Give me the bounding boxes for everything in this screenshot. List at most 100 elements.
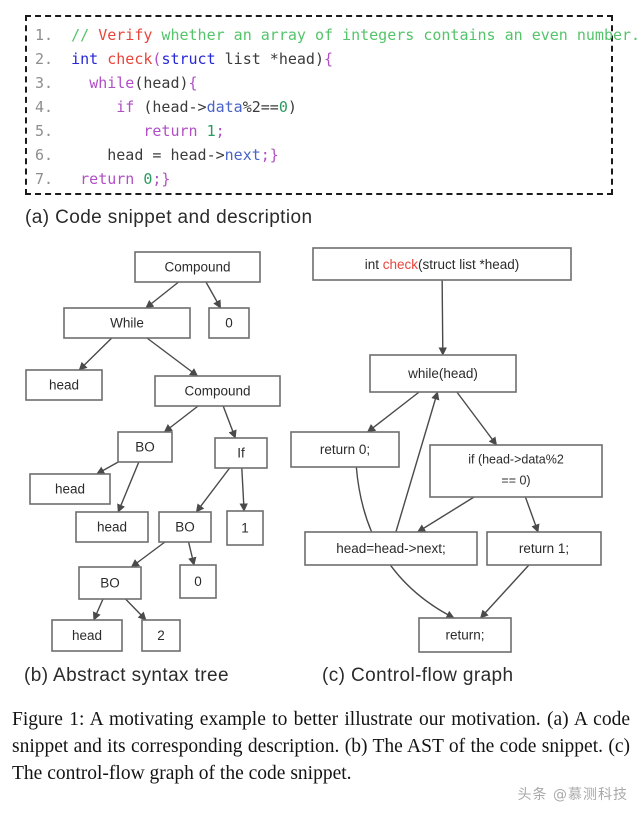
ast-edge <box>163 405 199 433</box>
code-token: %2== <box>242 98 279 116</box>
ast-edge <box>146 337 199 377</box>
figure-caption: Figure 1: A motivating example to better… <box>12 709 630 784</box>
cfg-edge <box>456 391 498 446</box>
ast-node-label: head <box>97 520 127 535</box>
code-line: 2. int check(struct list *head){ <box>35 47 605 71</box>
cfg-edge <box>479 564 530 619</box>
cfg-node-label: while(head) <box>407 366 478 381</box>
cfg-node-label: return 0; <box>320 442 370 457</box>
code-line-number: 3. <box>35 74 54 92</box>
code-token: ; <box>215 122 225 140</box>
code-token: (head) <box>134 74 189 92</box>
subcaption-a: (a) Code snippet and description <box>25 207 313 228</box>
cfg-nodes: int check(struct list *head) while(head) r… <box>290 247 603 653</box>
subcaption-b: (b) Abstract syntax tree <box>24 665 229 686</box>
ast-node-label: If <box>237 446 245 461</box>
code-token: (head-> <box>134 98 207 116</box>
ast-node-label: Compound <box>184 384 250 399</box>
code-token: data <box>206 98 243 116</box>
code-token: // <box>71 26 99 44</box>
cfg-edge <box>416 496 475 533</box>
watermark: 头条 @慕测科技 <box>517 787 628 803</box>
code-token: head = head-> <box>107 146 225 164</box>
code-line: 1. // Verify whether an array of integer… <box>35 23 640 47</box>
ast-edge <box>96 461 119 475</box>
ast-edge <box>125 598 147 621</box>
code-line-number: 4. <box>35 98 54 116</box>
cfg-node-label: return; <box>445 628 484 643</box>
cfg-node-label: int check(struct list *head) <box>365 257 520 272</box>
code-line-number: 6. <box>35 146 54 164</box>
ast-and-cfg-svg: Compound While 0 head Compound BO If head head BO… <box>25 247 603 653</box>
cfg-node-label: head=head->next; <box>336 541 446 556</box>
code-line-number: 5. <box>35 122 54 140</box>
ast-edge <box>145 281 180 309</box>
diagrams-area: Compound While 0 head Compound BO If head head BO… <box>0 236 640 661</box>
code-snippet-panel: 1. // Verify whether an array of integer… <box>25 15 640 195</box>
ast-node-label: 1 <box>241 521 249 536</box>
ast-node-label: head <box>55 482 85 497</box>
code-line-number: 2. <box>35 50 54 68</box>
code-token: ;} <box>152 170 171 188</box>
code-token: int <box>71 50 99 68</box>
ast-node-label: head <box>49 378 79 393</box>
code-token: while <box>89 74 135 92</box>
cfg-node-label: == 0) <box>501 473 530 487</box>
code-token: 0 <box>278 98 288 116</box>
code-token: ;} <box>260 146 279 164</box>
cfg-node-label: return 1; <box>519 541 569 556</box>
code-token: 1 <box>206 122 216 140</box>
code-line: 7. return 0;} <box>35 167 605 191</box>
code-token: check <box>107 50 153 68</box>
code-line: 4. if (head->data%2==0) <box>35 95 605 119</box>
code-line: 6. head = head->next;} <box>35 143 605 167</box>
ast-node-label: BO <box>175 520 195 535</box>
code-token: if <box>116 98 135 116</box>
cfg-edge <box>524 496 540 533</box>
figure-page: 1. // Verify whether an array of integer… <box>0 0 640 824</box>
ast-node-label: While <box>110 316 144 331</box>
code-token: return <box>80 170 135 188</box>
subcaption-c: (c) Control-flow graph <box>322 665 514 686</box>
code-token: return <box>143 122 198 140</box>
ast-node-label: 0 <box>194 574 202 589</box>
code-line: 5. return 1; <box>35 119 605 143</box>
code-line-number: 1. <box>35 26 54 44</box>
code-token: { <box>324 50 334 68</box>
code-token: { <box>188 74 198 92</box>
cfg-node-label: if (head->data%2 <box>468 452 564 466</box>
code-line: 3. while(head){ <box>35 71 605 95</box>
ast-edge <box>195 467 231 513</box>
code-lines: 1. // Verify whether an array of integer… <box>27 17 640 191</box>
ast-node-label: Compound <box>164 260 230 275</box>
ast-nodes: Compound While 0 head Compound BO If head head BO… <box>25 251 281 652</box>
ast-edge <box>117 461 140 513</box>
code-token: next <box>224 146 261 164</box>
ast-edge <box>222 405 237 439</box>
ast-edge <box>130 541 166 568</box>
code-token: struct <box>161 50 216 68</box>
cfg-edge <box>438 279 447 356</box>
ast-edge <box>78 337 113 371</box>
ast-node-label: BO <box>135 440 155 455</box>
cfg-edge <box>366 391 420 433</box>
ast-node-label: BO <box>100 576 120 591</box>
ast-node-label: 0 <box>225 316 233 331</box>
ast-edge <box>239 467 248 512</box>
code-token: whether an array of integers contains an… <box>152 26 640 44</box>
code-line-number: 7. <box>35 170 54 188</box>
code-token: list *head) <box>215 50 324 68</box>
ast-edge <box>187 541 197 566</box>
code-token: Verify <box>98 26 153 44</box>
ast-edge <box>205 281 222 309</box>
ast-node-label: 2 <box>157 628 165 643</box>
code-token: ) <box>287 98 297 116</box>
